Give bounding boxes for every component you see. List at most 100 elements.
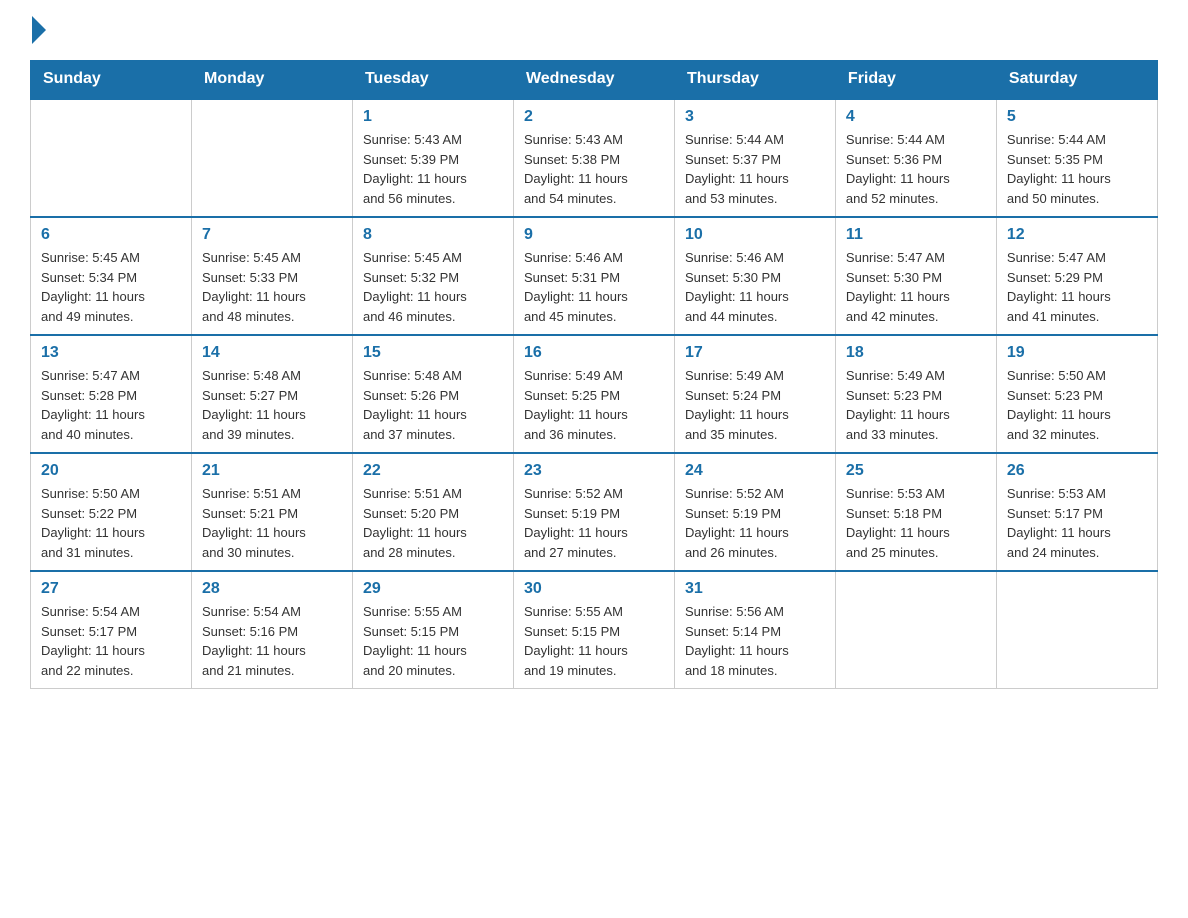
day-info: Sunrise: 5:48 AMSunset: 5:27 PMDaylight:… bbox=[202, 366, 342, 444]
day-info: Sunrise: 5:54 AMSunset: 5:16 PMDaylight:… bbox=[202, 602, 342, 680]
calendar-cell bbox=[996, 571, 1157, 689]
calendar-cell: 19 Sunrise: 5:50 AMSunset: 5:23 PMDayligh… bbox=[996, 335, 1157, 453]
day-number: 7 bbox=[202, 226, 342, 244]
day-of-week-header: Thursday bbox=[674, 60, 835, 99]
day-of-week-header: Wednesday bbox=[513, 60, 674, 99]
day-info: Sunrise: 5:49 AMSunset: 5:23 PMDaylight:… bbox=[846, 366, 986, 444]
calendar-cell: 18 Sunrise: 5:49 AMSunset: 5:23 PMDayligh… bbox=[835, 335, 996, 453]
day-number: 1 bbox=[363, 108, 503, 126]
calendar-cell: 12 Sunrise: 5:47 AMSunset: 5:29 PMDayligh… bbox=[996, 217, 1157, 335]
page-header bbox=[30, 20, 1158, 40]
day-number: 16 bbox=[524, 344, 664, 362]
calendar-cell: 20 Sunrise: 5:50 AMSunset: 5:22 PMDayligh… bbox=[31, 453, 192, 571]
day-number: 18 bbox=[846, 344, 986, 362]
calendar-header-row: SundayMondayTuesdayWednesdayThursdayFrid… bbox=[31, 60, 1158, 99]
calendar-cell: 3 Sunrise: 5:44 AMSunset: 5:37 PMDaylight… bbox=[674, 99, 835, 217]
calendar-week-row: 13 Sunrise: 5:47 AMSunset: 5:28 PMDayligh… bbox=[31, 335, 1158, 453]
day-info: Sunrise: 5:53 AMSunset: 5:17 PMDaylight:… bbox=[1007, 484, 1147, 562]
day-of-week-header: Sunday bbox=[31, 60, 192, 99]
day-number: 23 bbox=[524, 462, 664, 480]
day-info: Sunrise: 5:45 AMSunset: 5:34 PMDaylight:… bbox=[41, 248, 181, 326]
day-number: 11 bbox=[846, 226, 986, 244]
calendar-cell: 25 Sunrise: 5:53 AMSunset: 5:18 PMDayligh… bbox=[835, 453, 996, 571]
day-number: 25 bbox=[846, 462, 986, 480]
calendar-cell: 10Sunrise: 5:46 AMSunset: 5:30 PMDayligh… bbox=[674, 217, 835, 335]
calendar-week-row: 27 Sunrise: 5:54 AMSunset: 5:17 PMDayligh… bbox=[31, 571, 1158, 689]
day-number: 3 bbox=[685, 108, 825, 126]
day-of-week-header: Monday bbox=[191, 60, 352, 99]
day-number: 13 bbox=[41, 344, 181, 362]
day-info: Sunrise: 5:51 AMSunset: 5:20 PMDaylight:… bbox=[363, 484, 503, 562]
calendar-cell: 14 Sunrise: 5:48 AMSunset: 5:27 PMDayligh… bbox=[191, 335, 352, 453]
day-number: 27 bbox=[41, 580, 181, 598]
day-number: 29 bbox=[363, 580, 503, 598]
calendar-cell: 7 Sunrise: 5:45 AMSunset: 5:33 PMDaylight… bbox=[191, 217, 352, 335]
day-of-week-header: Saturday bbox=[996, 60, 1157, 99]
calendar-week-row: 6Sunrise: 5:45 AMSunset: 5:34 PMDaylight… bbox=[31, 217, 1158, 335]
calendar-cell bbox=[191, 99, 352, 217]
day-number: 15 bbox=[363, 344, 503, 362]
calendar-cell: 15 Sunrise: 5:48 AMSunset: 5:26 PMDayligh… bbox=[352, 335, 513, 453]
day-info: Sunrise: 5:56 AMSunset: 5:14 PMDaylight:… bbox=[685, 602, 825, 680]
calendar-cell: 9Sunrise: 5:46 AMSunset: 5:31 PMDaylight… bbox=[513, 217, 674, 335]
day-info: Sunrise: 5:50 AMSunset: 5:23 PMDaylight:… bbox=[1007, 366, 1147, 444]
day-number: 22 bbox=[363, 462, 503, 480]
day-info: Sunrise: 5:53 AMSunset: 5:18 PMDaylight:… bbox=[846, 484, 986, 562]
calendar-cell: 27 Sunrise: 5:54 AMSunset: 5:17 PMDayligh… bbox=[31, 571, 192, 689]
day-info: Sunrise: 5:44 AMSunset: 5:37 PMDaylight:… bbox=[685, 130, 825, 208]
day-number: 12 bbox=[1007, 226, 1147, 244]
calendar-cell: 29Sunrise: 5:55 AMSunset: 5:15 PMDayligh… bbox=[352, 571, 513, 689]
calendar-cell: 11 Sunrise: 5:47 AMSunset: 5:30 PMDayligh… bbox=[835, 217, 996, 335]
day-number: 14 bbox=[202, 344, 342, 362]
day-info: Sunrise: 5:43 AMSunset: 5:39 PMDaylight:… bbox=[363, 130, 503, 208]
day-info: Sunrise: 5:54 AMSunset: 5:17 PMDaylight:… bbox=[41, 602, 181, 680]
day-info: Sunrise: 5:44 AMSunset: 5:36 PMDaylight:… bbox=[846, 130, 986, 208]
day-number: 30 bbox=[524, 580, 664, 598]
day-number: 9 bbox=[524, 226, 664, 244]
day-of-week-header: Friday bbox=[835, 60, 996, 99]
calendar-week-row: 20 Sunrise: 5:50 AMSunset: 5:22 PMDayligh… bbox=[31, 453, 1158, 571]
day-info: Sunrise: 5:45 AMSunset: 5:33 PMDaylight:… bbox=[202, 248, 342, 326]
calendar-cell: 13 Sunrise: 5:47 AMSunset: 5:28 PMDayligh… bbox=[31, 335, 192, 453]
calendar-table: SundayMondayTuesdayWednesdayThursdayFrid… bbox=[30, 60, 1158, 689]
day-info: Sunrise: 5:46 AMSunset: 5:30 PMDaylight:… bbox=[685, 248, 825, 326]
day-info: Sunrise: 5:45 AMSunset: 5:32 PMDaylight:… bbox=[363, 248, 503, 326]
day-info: Sunrise: 5:49 AMSunset: 5:24 PMDaylight:… bbox=[685, 366, 825, 444]
calendar-cell: 2Sunrise: 5:43 AMSunset: 5:38 PMDaylight… bbox=[513, 99, 674, 217]
calendar-cell: 17 Sunrise: 5:49 AMSunset: 5:24 PMDayligh… bbox=[674, 335, 835, 453]
day-number: 20 bbox=[41, 462, 181, 480]
day-info: Sunrise: 5:47 AMSunset: 5:29 PMDaylight:… bbox=[1007, 248, 1147, 326]
day-number: 31 bbox=[685, 580, 825, 598]
day-number: 19 bbox=[1007, 344, 1147, 362]
calendar-cell: 28 Sunrise: 5:54 AMSunset: 5:16 PMDayligh… bbox=[191, 571, 352, 689]
calendar-cell: 6Sunrise: 5:45 AMSunset: 5:34 PMDaylight… bbox=[31, 217, 192, 335]
calendar-cell: 4 Sunrise: 5:44 AMSunset: 5:36 PMDaylight… bbox=[835, 99, 996, 217]
day-number: 17 bbox=[685, 344, 825, 362]
day-info: Sunrise: 5:50 AMSunset: 5:22 PMDaylight:… bbox=[41, 484, 181, 562]
day-info: Sunrise: 5:52 AMSunset: 5:19 PMDaylight:… bbox=[685, 484, 825, 562]
day-number: 2 bbox=[524, 108, 664, 126]
calendar-cell: 5Sunrise: 5:44 AMSunset: 5:35 PMDaylight… bbox=[996, 99, 1157, 217]
calendar-week-row: 1 Sunrise: 5:43 AMSunset: 5:39 PMDaylight… bbox=[31, 99, 1158, 217]
day-info: Sunrise: 5:47 AMSunset: 5:30 PMDaylight:… bbox=[846, 248, 986, 326]
day-number: 24 bbox=[685, 462, 825, 480]
day-number: 4 bbox=[846, 108, 986, 126]
calendar-cell bbox=[31, 99, 192, 217]
calendar-cell: 21Sunrise: 5:51 AMSunset: 5:21 PMDayligh… bbox=[191, 453, 352, 571]
calendar-cell: 31 Sunrise: 5:56 AMSunset: 5:14 PMDayligh… bbox=[674, 571, 835, 689]
logo-arrow-icon bbox=[32, 16, 46, 44]
day-number: 5 bbox=[1007, 108, 1147, 126]
calendar-cell: 16Sunrise: 5:49 AMSunset: 5:25 PMDayligh… bbox=[513, 335, 674, 453]
calendar-cell: 23 Sunrise: 5:52 AMSunset: 5:19 PMDayligh… bbox=[513, 453, 674, 571]
calendar-cell: 24 Sunrise: 5:52 AMSunset: 5:19 PMDayligh… bbox=[674, 453, 835, 571]
day-info: Sunrise: 5:47 AMSunset: 5:28 PMDaylight:… bbox=[41, 366, 181, 444]
calendar-cell: 8Sunrise: 5:45 AMSunset: 5:32 PMDaylight… bbox=[352, 217, 513, 335]
calendar-cell: 22 Sunrise: 5:51 AMSunset: 5:20 PMDayligh… bbox=[352, 453, 513, 571]
logo bbox=[30, 20, 46, 40]
calendar-cell: 1 Sunrise: 5:43 AMSunset: 5:39 PMDaylight… bbox=[352, 99, 513, 217]
calendar-cell: 30Sunrise: 5:55 AMSunset: 5:15 PMDayligh… bbox=[513, 571, 674, 689]
day-info: Sunrise: 5:48 AMSunset: 5:26 PMDaylight:… bbox=[363, 366, 503, 444]
day-number: 28 bbox=[202, 580, 342, 598]
day-info: Sunrise: 5:52 AMSunset: 5:19 PMDaylight:… bbox=[524, 484, 664, 562]
calendar-cell bbox=[835, 571, 996, 689]
